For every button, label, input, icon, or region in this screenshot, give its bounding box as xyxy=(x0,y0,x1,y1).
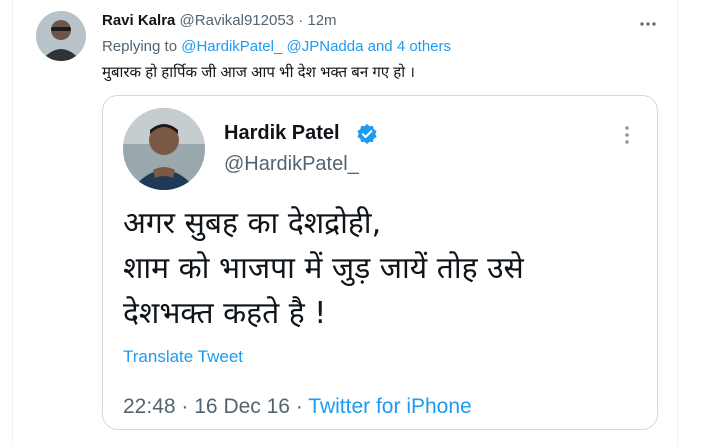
more-options-button[interactable] xyxy=(638,14,658,34)
more-dots-icon xyxy=(640,22,656,26)
tweet-header: Ravi Kalra @Ravikal912053 · 12m xyxy=(102,11,337,31)
quoted-date[interactable]: 16 Dec 16 xyxy=(194,395,290,418)
replying-to: Replying to @HardikPatel_ @JPNadda and 4… xyxy=(102,37,451,57)
quoted-author-handle[interactable]: @HardikPatel_ xyxy=(224,151,359,177)
replying-to-label: Replying to xyxy=(102,38,178,55)
quoted-body-line: अगर सुबह का देशद्रोही, xyxy=(123,206,382,241)
quoted-tweet-body: अगर सुबह का देशद्रोही, शाम को भाजपा में … xyxy=(123,201,524,336)
quoted-time[interactable]: 22:48 xyxy=(123,395,176,418)
author-name[interactable]: Ravi Kalra xyxy=(102,12,175,29)
reply-and-label[interactable]: and xyxy=(368,38,393,55)
meta-separator: · xyxy=(181,395,189,418)
quoted-tweet-meta: 22:48 · 16 Dec 16 · Twitter for iPhone xyxy=(123,394,472,420)
quoted-author-avatar[interactable] xyxy=(123,108,205,190)
reply-mention-hardikpatel[interactable]: @HardikPatel_ xyxy=(181,38,282,55)
quoted-source-link[interactable]: Twitter for iPhone xyxy=(308,395,471,418)
author-handle[interactable]: @Ravikal912053 xyxy=(180,12,294,29)
timeline-left-border xyxy=(12,0,13,445)
tweet-text: मुबारक हो हार्पिक जी आज आप भी देश भक्त ब… xyxy=(102,64,415,81)
quoted-more-options-button[interactable] xyxy=(617,124,637,146)
quoted-tweet-card[interactable]: Hardik Patel @HardikPatel_ अगर सुबह का द… xyxy=(102,95,658,430)
reply-mention-jpnadda[interactable]: @JPNadda xyxy=(287,38,364,55)
more-dots-vertical-icon xyxy=(625,126,629,144)
verified-badge-icon xyxy=(357,124,377,144)
header-separator: · xyxy=(298,12,304,29)
meta-separator: · xyxy=(295,395,303,418)
quoted-body-line: देशभक्त कहते है ! xyxy=(123,296,327,331)
tweet-timestamp[interactable]: 12m xyxy=(307,12,336,29)
reply-others-link[interactable]: 4 others xyxy=(397,38,451,55)
timeline-right-border xyxy=(677,0,678,445)
quoted-body-line: शाम को भाजपा में जुड़ जायें तोह उसे xyxy=(123,251,524,286)
quoted-author-name[interactable]: Hardik Patel xyxy=(224,120,340,146)
translate-tweet-link[interactable]: Translate Tweet xyxy=(123,346,243,368)
author-avatar[interactable] xyxy=(36,11,86,61)
